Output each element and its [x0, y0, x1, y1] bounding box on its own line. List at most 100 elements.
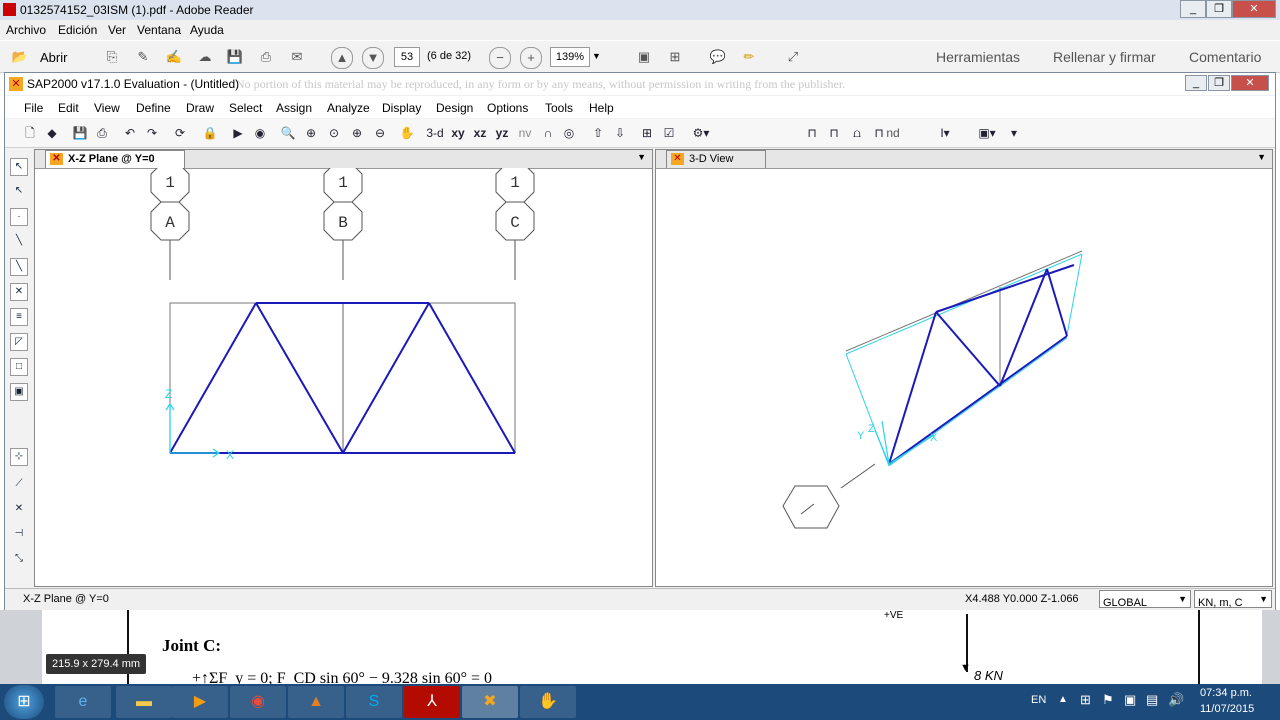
zoom-in-step-icon[interactable]: ⊕ [348, 124, 366, 142]
windows-flag-icon[interactable]: ⊞ [1080, 692, 1091, 708]
view-nv-button[interactable]: nv [516, 124, 534, 142]
network-icon[interactable]: ▤ [1146, 692, 1158, 708]
action-center-icon[interactable]: ⚑ [1102, 692, 1114, 708]
matlab-icon[interactable]: ▲ [288, 686, 344, 718]
coord-system-select[interactable]: GLOBAL ▼ [1099, 590, 1191, 609]
device-icon[interactable]: ▣ [1124, 692, 1136, 708]
fit-page-icon[interactable]: ▣ [634, 47, 654, 67]
sap-close-button[interactable]: ✕ [1231, 75, 1269, 91]
start-button[interactable]: ⊞ [4, 685, 44, 719]
pan-icon[interactable]: ✋ [398, 124, 416, 142]
lock-icon[interactable]: 🔒 [201, 124, 219, 142]
sap-minimize-button[interactable]: _ [1185, 75, 1207, 91]
open-button[interactable]: Abrir [40, 50, 67, 65]
quick-frame-icon[interactable]: ╲ [10, 258, 28, 276]
menu-assign[interactable]: Assign [276, 101, 312, 115]
quick-area-icon[interactable]: ▣ [10, 383, 28, 401]
snap-perp-icon[interactable]: ⊣ [10, 526, 28, 544]
menu-define[interactable]: Define [136, 101, 171, 115]
view-xz-button[interactable]: xz [471, 124, 489, 142]
fit-width-icon[interactable]: ⊞ [665, 47, 685, 67]
comment-link[interactable]: Comentario [1189, 49, 1261, 65]
sap-print-icon[interactable]: ⎙ [93, 124, 111, 142]
edit-icon[interactable]: ✎ [133, 47, 153, 67]
menu-display[interactable]: Display [382, 101, 421, 115]
draw-poly-area-icon[interactable]: ◸ [10, 333, 28, 351]
view-yz-button[interactable]: yz [493, 124, 511, 142]
xz-plane-view[interactable]: ✕ X-Z Plane @ Y=0 ▼ 1 1 1 A B C X Z [34, 149, 653, 587]
3d-truss-frame[interactable] [888, 264, 1075, 465]
comment-icon[interactable]: 💬 [708, 47, 728, 67]
fill-sign-link[interactable]: Rellenar y firmar [1053, 49, 1156, 65]
minimize-button[interactable]: _ [1180, 0, 1206, 18]
ie-icon[interactable]: e [55, 686, 111, 718]
folder-icon[interactable]: 📂 [10, 47, 30, 67]
explorer-icon[interactable]: ▬ [116, 686, 172, 718]
reshape-icon[interactable]: ↖ [10, 183, 28, 201]
refresh-icon[interactable]: ⟳ [171, 124, 189, 142]
menu-view[interactable]: View [94, 101, 120, 115]
checkbox-icon[interactable]: ☑ [660, 124, 678, 142]
snap-points-icon[interactable]: ⊹ [10, 448, 28, 466]
frame-shape-icon[interactable]: ⊓ [803, 124, 821, 142]
pointer-icon[interactable]: ↖ [10, 158, 28, 176]
display-options-icon[interactable]: ⊞ [638, 124, 656, 142]
sap-save-icon[interactable]: 💾 [71, 124, 89, 142]
menu-analyze[interactable]: Analyze [327, 101, 370, 115]
snap-intersect-icon[interactable]: ✕ [10, 501, 28, 519]
baseball-glove-icon[interactable]: ✋ [520, 686, 576, 718]
pdf-viewport[interactable]: Joint C: +↑ΣF_y = 0; F_CD sin 60° − 9.32… [0, 610, 1280, 687]
zoom-in-icon[interactable]: + [520, 47, 542, 69]
menu-draw[interactable]: Draw [186, 101, 214, 115]
zoom-out-icon[interactable]: − [489, 47, 511, 69]
rubber-band-icon[interactable]: ∩ [539, 124, 557, 142]
snap-extend-icon[interactable]: ⤡ [10, 551, 28, 569]
menu-options[interactable]: Options [487, 101, 528, 115]
sap2000-taskbar-icon[interactable]: ✖ [462, 686, 518, 718]
up-arrow-icon[interactable]: ⇧ [589, 124, 607, 142]
email-icon[interactable]: ✉ [287, 47, 307, 67]
node-label-button[interactable]: nd [883, 124, 903, 142]
tools-link[interactable]: Herramientas [936, 49, 1020, 65]
zoom-window-icon[interactable]: 🔍 [279, 124, 297, 142]
print-icon[interactable]: ⎙ [256, 47, 276, 67]
redo-icon[interactable]: ↷ [143, 124, 161, 142]
frame-release-icon[interactable]: ⩍ [847, 124, 867, 142]
zoom-all-icon[interactable]: ⊙ [325, 124, 343, 142]
draw-frame-icon[interactable]: ╲ [10, 233, 28, 251]
language-indicator[interactable]: EN [1031, 694, 1046, 706]
zoom-restore-icon[interactable]: ⊕ [302, 124, 320, 142]
clock-time[interactable]: 07:34 p.m. [1200, 687, 1252, 699]
joint-restraint-icon[interactable]: ⊓ [825, 124, 843, 142]
3d-view[interactable]: ✕ 3-D View ▼ X Y Z [655, 149, 1273, 587]
chevron-down-icon[interactable]: ▼ [592, 51, 601, 61]
sign-icon[interactable]: ✍ [164, 47, 184, 67]
more-icon[interactable]: ▾ [1007, 124, 1021, 142]
open-model-icon[interactable]: ◆ [43, 124, 61, 142]
secondary-beam-icon[interactable]: ≡ [10, 308, 28, 326]
view-3d-button[interactable]: 3-d [425, 124, 445, 142]
chrome-icon[interactable]: ◉ [230, 686, 286, 718]
menu-ayuda[interactable]: Ayuda [190, 23, 224, 37]
menu-edit[interactable]: Edit [58, 101, 79, 115]
undo-icon[interactable]: ↶ [121, 124, 139, 142]
clock-date[interactable]: 11/07/2015 [1200, 703, 1254, 715]
menu-tools[interactable]: Tools [545, 101, 573, 115]
run-animation-icon[interactable]: ◉ [251, 124, 269, 142]
section-icon[interactable]: I▾ [933, 124, 957, 142]
perspective-icon[interactable]: ◎ [560, 124, 578, 142]
save-icon[interactable]: 💾 [225, 47, 245, 67]
units-select[interactable]: KN, m, C ▼ [1194, 590, 1272, 609]
create-icon[interactable]: ⎘ [102, 47, 122, 67]
page-down-icon[interactable]: ▼ [362, 47, 384, 69]
skype-icon[interactable]: S [346, 686, 402, 718]
menu-help[interactable]: Help [589, 101, 614, 115]
tab-xz-plane[interactable]: ✕ X-Z Plane @ Y=0 [45, 150, 185, 168]
expand-icon[interactable]: ⤢ [783, 47, 803, 67]
menu-ver[interactable]: Ver [108, 23, 126, 37]
page-number-input[interactable]: 53 [394, 47, 420, 67]
quick-brace-icon[interactable]: ✕ [10, 283, 28, 301]
draw-joint-icon[interactable]: · [10, 208, 28, 226]
maximize-button[interactable]: ❐ [1206, 0, 1232, 18]
run-icon[interactable]: ▶ [229, 124, 247, 142]
